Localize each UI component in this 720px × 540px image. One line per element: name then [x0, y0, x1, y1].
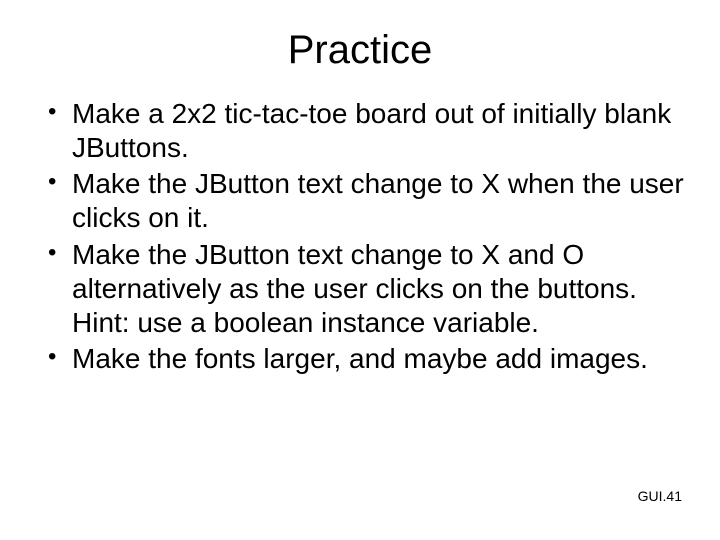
- bullet-list: Make a 2x2 tic-tac-toe board out of init…: [42, 97, 690, 376]
- slide-title: Practice: [30, 28, 690, 73]
- slide-container: Practice Make a 2x2 tic-tac-toe board ou…: [0, 0, 720, 540]
- bullet-item: Make a 2x2 tic-tac-toe board out of init…: [42, 97, 690, 165]
- bullet-item: Make the fonts larger, and maybe add ima…: [42, 342, 690, 376]
- slide-content: Make a 2x2 tic-tac-toe board out of init…: [30, 97, 690, 376]
- slide-footer: GUI.41: [638, 488, 682, 504]
- bullet-item: Make the JButton text change to X when t…: [42, 167, 690, 235]
- bullet-item: Make the JButton text change to X and O …: [42, 238, 690, 340]
